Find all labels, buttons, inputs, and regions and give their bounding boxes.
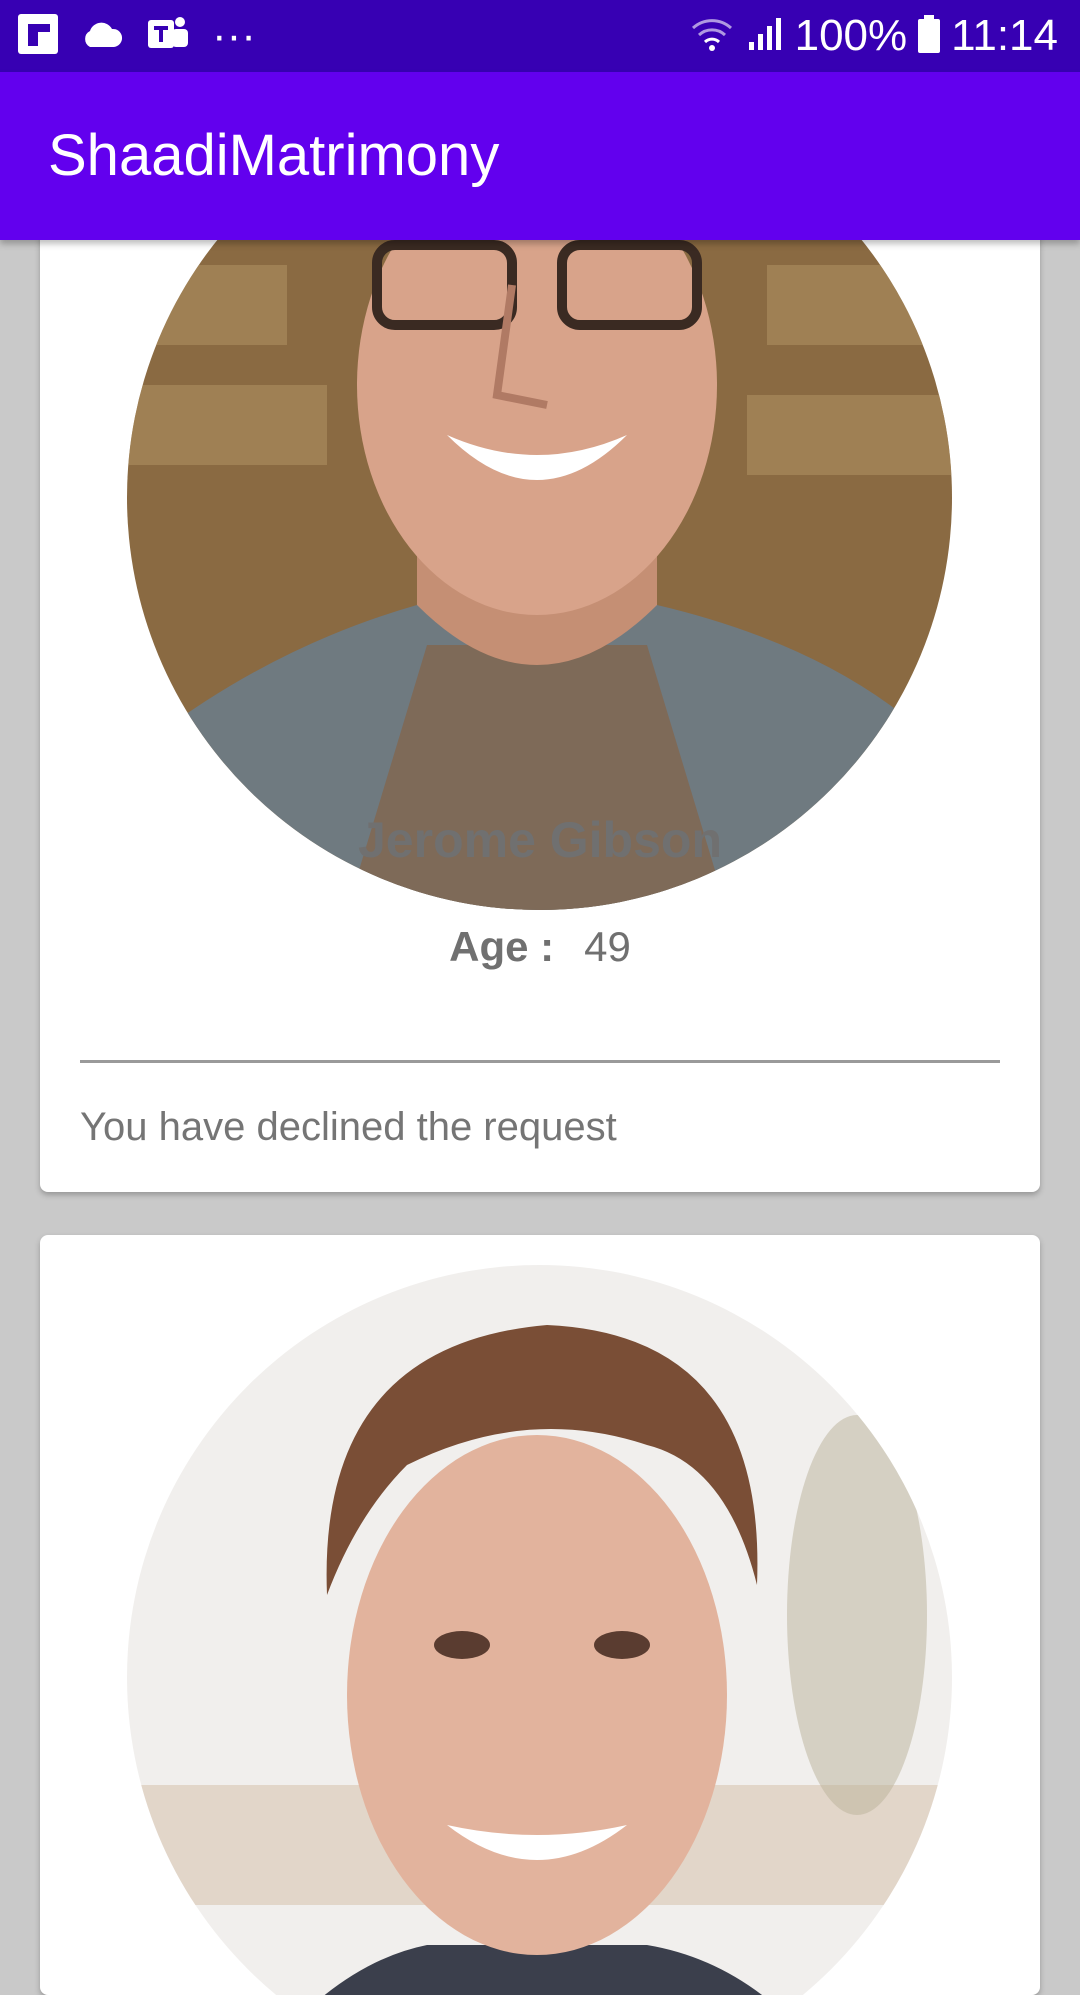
profile-photo <box>127 1265 952 1995</box>
profile-photo-young-man <box>127 1265 952 1995</box>
request-status: You have declined the request <box>80 1105 617 1149</box>
more-dots-icon: ··· <box>212 11 256 60</box>
teams-icon <box>146 14 190 59</box>
battery-icon <box>917 14 941 59</box>
cloud-icon <box>80 19 124 54</box>
age-label: Age : <box>449 923 555 970</box>
wifi-icon <box>689 14 735 59</box>
divider <box>80 1060 1000 1063</box>
profile-photo-man-glasses <box>127 150 952 910</box>
app-title: ShaadiMatrimony <box>48 123 500 188</box>
age-value: 49 <box>584 923 631 970</box>
signal-icon <box>745 14 785 59</box>
flipboard-icon <box>18 13 58 59</box>
profile-card[interactable]: Jerome Gibson Age : 49 You have declined … <box>40 150 1040 1192</box>
age-row: Age : 49 <box>40 922 1040 972</box>
clock: 11:14 <box>951 11 1058 60</box>
app-bar: ShaadiMatrimony <box>0 72 1080 240</box>
profile-name: Jerome Gibson <box>358 812 722 868</box>
status-bar: ··· 100% 11:14 <box>0 0 1080 72</box>
profile-card[interactable] <box>40 1235 1040 1995</box>
battery-percent: 100% <box>794 11 908 60</box>
profile-photo <box>127 150 952 910</box>
